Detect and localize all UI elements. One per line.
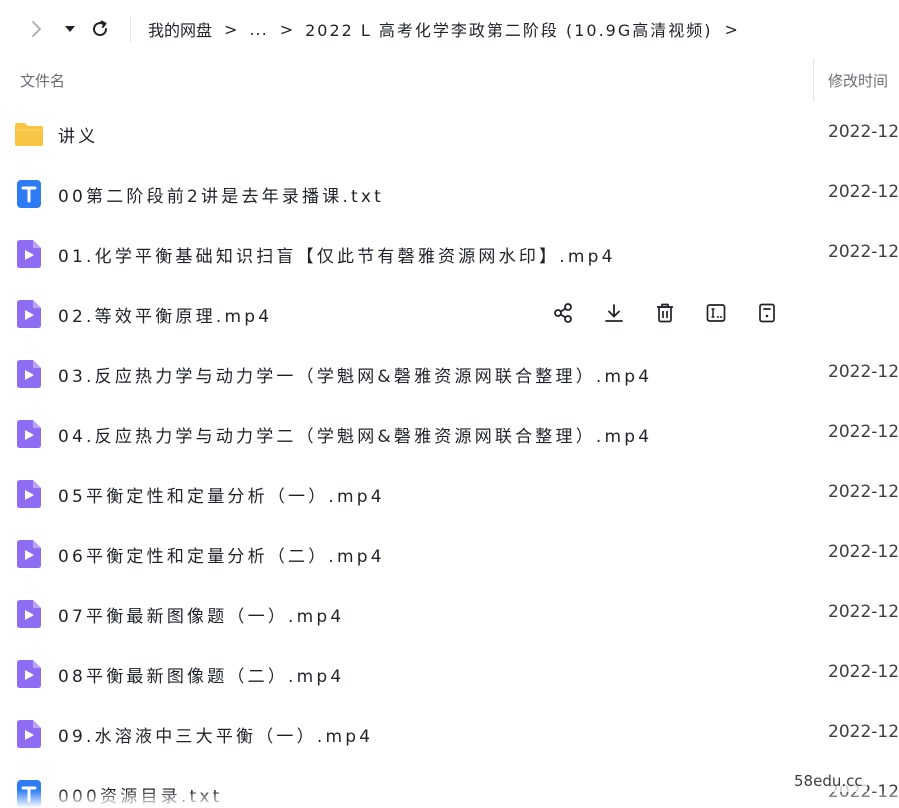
file-row[interactable]: 08平衡最新图像题（二）.mp4 2022-12 <box>0 643 899 703</box>
video-file-icon <box>14 419 44 449</box>
file-row[interactable]: 05平衡定性和定量分析（一）.mp4 2022-12 <box>0 463 899 523</box>
refresh-icon <box>93 20 108 37</box>
column-header-time[interactable]: 修改时间 <box>828 70 888 91</box>
file-name: 01.化学平衡基础知识扫盲【仅此节有磬雅资源网水印】.mp4 <box>58 247 616 267</box>
file-name: 06平衡定性和定量分析（二）.mp4 <box>58 547 385 567</box>
file-modified-time: 2022-12 <box>828 362 899 382</box>
file-name: 05平衡定性和定量分析（一）.mp4 <box>58 487 385 507</box>
toolbar: 我的网盘 > ... > 2022 L 高考化学李政第二阶段 (10.9G高清视… <box>0 0 899 58</box>
file-row[interactable]: 04.反应热力学与动力学二（学魁网&磬雅资源网联合整理）.mp4 2022-12 <box>0 403 899 463</box>
delete-button[interactable] <box>650 298 680 328</box>
column-divider[interactable] <box>813 58 814 102</box>
more-button[interactable] <box>752 298 782 328</box>
folder-icon <box>14 119 44 149</box>
video-file-icon <box>14 719 44 749</box>
download-icon <box>603 302 625 324</box>
breadcrumb-separator[interactable]: > <box>725 20 738 39</box>
delete-icon <box>654 302 676 324</box>
file-name: 000资源目录.txt <box>58 787 223 807</box>
file-row[interactable]: 01.化学平衡基础知识扫盲【仅此节有磬雅资源网水印】.mp4 2022-12 <box>0 223 899 283</box>
download-button[interactable] <box>599 298 629 328</box>
share-button[interactable] <box>548 298 578 328</box>
toolbar-divider <box>130 16 131 42</box>
breadcrumb: 我的网盘 > ... > 2022 L 高考化学李政第二阶段 (10.9G高清视… <box>148 14 750 44</box>
video-file-icon <box>14 659 44 689</box>
file-row[interactable]: 00第二阶段前2讲是去年录播课.txt 2022-12 <box>0 163 899 223</box>
file-modified-time: 2022-12 <box>828 542 899 562</box>
video-file-icon <box>14 599 44 629</box>
row-hover-actions <box>548 298 782 328</box>
rename-icon <box>705 302 727 324</box>
chevron-right-icon <box>32 21 41 37</box>
file-list-header: 文件名 修改时间 <box>0 58 899 102</box>
file-name: 07平衡最新图像题（一）.mp4 <box>58 607 345 627</box>
folder-row[interactable]: 讲义 2022-12 <box>0 103 899 163</box>
file-row[interactable]: 000资源目录.txt 2022-12 <box>0 763 899 808</box>
breadcrumb-current-folder[interactable]: 2022 L 高考化学李政第二阶段 (10.9G高清视频) <box>305 17 712 41</box>
rename-button[interactable] <box>701 298 731 328</box>
file-row[interactable]: 09.水溶液中三大平衡（一）.mp4 2022-12 <box>0 703 899 763</box>
breadcrumb-separator: > <box>279 19 294 39</box>
video-file-icon <box>14 539 44 569</box>
column-header-name[interactable]: 文件名 <box>20 70 65 91</box>
file-name: 02.等效平衡原理.mp4 <box>58 307 273 327</box>
watermark: 58edu.cc <box>790 770 867 792</box>
share-icon <box>552 302 574 324</box>
more-icon <box>756 302 778 324</box>
text-file-icon <box>14 179 44 209</box>
file-row[interactable]: 07平衡最新图像题（一）.mp4 2022-12 <box>0 583 899 643</box>
file-row[interactable]: 03.反应热力学与动力学一（学魁网&磬雅资源网联合整理）.mp4 2022-12 <box>0 343 899 403</box>
breadcrumb-root[interactable]: 我的网盘 <box>148 17 212 41</box>
breadcrumb-ellipsis[interactable]: ... <box>249 20 267 39</box>
breadcrumb-separator: > <box>224 19 238 39</box>
file-modified-time: 2022-12 <box>828 242 899 262</box>
file-name: 03.反应热力学与动力学一（学魁网&磬雅资源网联合整理）.mp4 <box>58 367 653 387</box>
file-row[interactable]: 06平衡定性和定量分析（二）.mp4 2022-12 <box>0 523 899 583</box>
file-name: 08平衡最新图像题（二）.mp4 <box>58 667 345 687</box>
file-modified-time: 2022-12 <box>828 122 899 142</box>
file-name: 讲义 <box>58 127 99 147</box>
file-modified-time: 2022-12 <box>828 662 899 682</box>
video-file-icon <box>14 479 44 509</box>
history-dropdown-button[interactable] <box>60 14 80 44</box>
file-modified-time: 2022-12 <box>828 602 899 622</box>
file-name: 04.反应热力学与动力学二（学魁网&磬雅资源网联合整理）.mp4 <box>58 427 653 447</box>
text-file-icon <box>14 779 44 808</box>
file-modified-time: 2022-12 <box>828 482 899 502</box>
file-modified-time: 2022-12 <box>828 722 899 742</box>
file-name: 00第二阶段前2讲是去年录播课.txt <box>58 187 385 207</box>
file-modified-time: 2022-12 <box>828 182 899 202</box>
video-file-icon <box>14 299 44 329</box>
video-file-icon <box>14 359 44 389</box>
file-row[interactable]: 02.等效平衡原理.mp4 <box>0 283 899 343</box>
file-name: 09.水溶液中三大平衡（一）.mp4 <box>58 727 374 747</box>
refresh-button[interactable] <box>86 14 114 44</box>
file-modified-time: 2022-12 <box>828 422 899 442</box>
caret-down-icon <box>65 26 75 32</box>
back-button[interactable] <box>24 14 48 44</box>
video-file-icon <box>14 239 44 269</box>
